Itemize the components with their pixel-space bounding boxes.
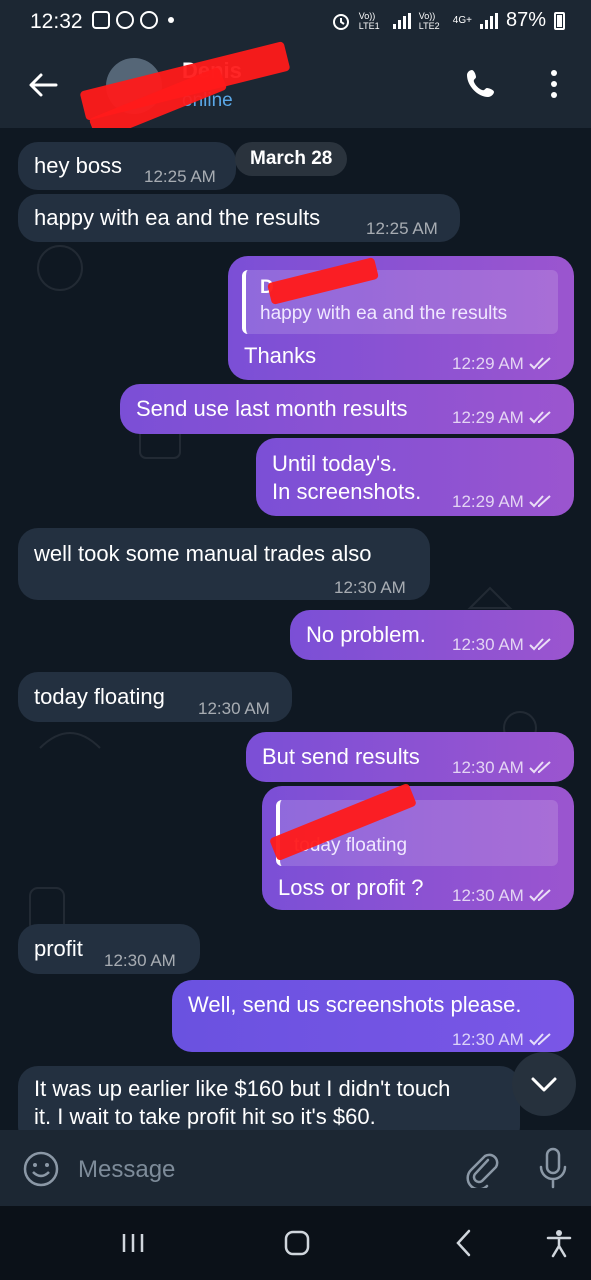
paperclip-icon[interactable] [462, 1148, 500, 1188]
message-time: 12:25 AM [366, 219, 438, 238]
emoji-icon[interactable] [22, 1150, 60, 1188]
message-text: No problem. [306, 622, 426, 647]
incoming-message[interactable]: hey boss 12:25 AM [18, 142, 236, 190]
message-text: well took some manual trades also [34, 541, 372, 566]
double-check-icon [529, 761, 551, 774]
network-2-label: Vo)) LTE2 [418, 10, 440, 31]
phone-icon[interactable] [464, 66, 498, 100]
incoming-message[interactable]: well took some manual trades also 12:30 … [18, 528, 430, 600]
date-chip: March 28 [235, 142, 348, 176]
message-time: 12:29 AM [452, 488, 554, 516]
microphone-icon[interactable] [536, 1146, 570, 1190]
outgoing-message[interactable]: But send results 12:30 AM [246, 732, 574, 782]
notification-icons [92, 11, 174, 29]
message-line-2: In screenshots. [272, 479, 422, 504]
message-text: today floating [34, 684, 165, 709]
messenger-icon [140, 11, 158, 29]
double-check-icon [529, 495, 551, 508]
status-time: 12:32 [30, 10, 83, 33]
outgoing-message[interactable]: D happy with ea and the results Thanks 1… [228, 256, 574, 380]
outgoing-message[interactable]: Well, send us screenshots please. 12:30 … [172, 980, 574, 1052]
outgoing-message[interactable]: Send use last month results 12:29 AM [120, 384, 574, 434]
battery-icon [554, 11, 565, 30]
message-time: 12:30 AM [104, 951, 176, 970]
incoming-message[interactable]: profit 12:30 AM [18, 924, 200, 974]
network-1-label: Vo)) LTE1 [358, 10, 380, 31]
status-bar: 12:32 Vo)) LTE1 Vo)) LTE2 4G+ 87% [0, 0, 591, 44]
message-text: Thanks [244, 343, 317, 368]
messenger-icon [116, 11, 134, 29]
message-time: 12:30 AM [334, 578, 406, 597]
outgoing-message[interactable]: Until today's. In screenshots. 12:29 AM [256, 438, 574, 516]
outgoing-message[interactable]: today floating Loss or profit ? 12:30 AM [262, 782, 574, 910]
battery-percent: 87% [505, 9, 546, 31]
message-text: Well, send us screenshots please. [188, 992, 522, 1017]
instagram-icon [92, 11, 110, 29]
chat-header: Denis online [0, 41, 591, 142]
message-time: 12:25 AM [144, 167, 216, 186]
quote-text: happy with ea and the results [260, 303, 508, 324]
message-text: happy with ea and the results [34, 205, 321, 230]
message-time: 12:29 AM [452, 404, 554, 432]
message-time: 12:30 AM [198, 699, 270, 718]
incoming-message[interactable]: happy with ea and the results 12:25 AM [18, 194, 460, 242]
message-text: Send use last month results [136, 396, 408, 421]
chat-area[interactable]: hey boss 12:25 AM March 28 happy with ea… [0, 128, 591, 1130]
double-check-icon [529, 411, 551, 424]
double-check-icon [529, 357, 551, 370]
message-time: 12:30 AM [452, 1026, 554, 1054]
system-nav-bar [0, 1206, 591, 1280]
message-composer [0, 1130, 591, 1206]
outgoing-message[interactable]: No problem. 12:30 AM [290, 610, 574, 660]
incoming-message[interactable]: today floating 12:30 AM [18, 672, 292, 722]
chevron-down-icon [531, 1077, 557, 1092]
double-check-icon [529, 889, 551, 902]
recents-icon[interactable] [118, 1232, 148, 1254]
message-time: 12:30 AM [452, 631, 554, 659]
message-line-1: Until today's. [272, 451, 398, 476]
home-icon[interactable] [284, 1230, 310, 1256]
message-time: 12:29 AM [452, 350, 554, 378]
message-text: But send results [262, 744, 420, 769]
signal-1-icon [392, 12, 411, 29]
more-notifications-icon [168, 17, 174, 23]
double-check-icon [529, 1033, 551, 1046]
more-vertical-icon[interactable] [540, 66, 568, 102]
alarm-icon [332, 13, 349, 30]
message-time: 12:30 AM [452, 882, 554, 910]
message-line-2: it. I wait to take profit hit so it's $6… [34, 1104, 376, 1129]
message-text: Loss or profit ? [278, 875, 424, 900]
message-text: profit [34, 936, 83, 961]
nav-back-icon[interactable] [452, 1228, 476, 1258]
message-line-1: It was up earlier like $160 but I didn't… [34, 1076, 451, 1101]
signal-2-icon [479, 12, 498, 29]
double-check-icon [529, 638, 551, 651]
scroll-down-button[interactable] [512, 1052, 576, 1116]
message-time: 12:30 AM [452, 754, 554, 782]
accessibility-icon[interactable] [544, 1228, 574, 1258]
incoming-message[interactable]: It was up earlier like $160 but I didn't… [18, 1066, 520, 1130]
network-type-label: 4G+ [452, 15, 472, 26]
message-text: hey boss [34, 153, 123, 178]
back-arrow-icon[interactable] [26, 68, 60, 102]
message-input[interactable] [76, 1150, 440, 1190]
status-right: Vo)) LTE1 Vo)) LTE2 4G+ 87% [331, 9, 565, 32]
